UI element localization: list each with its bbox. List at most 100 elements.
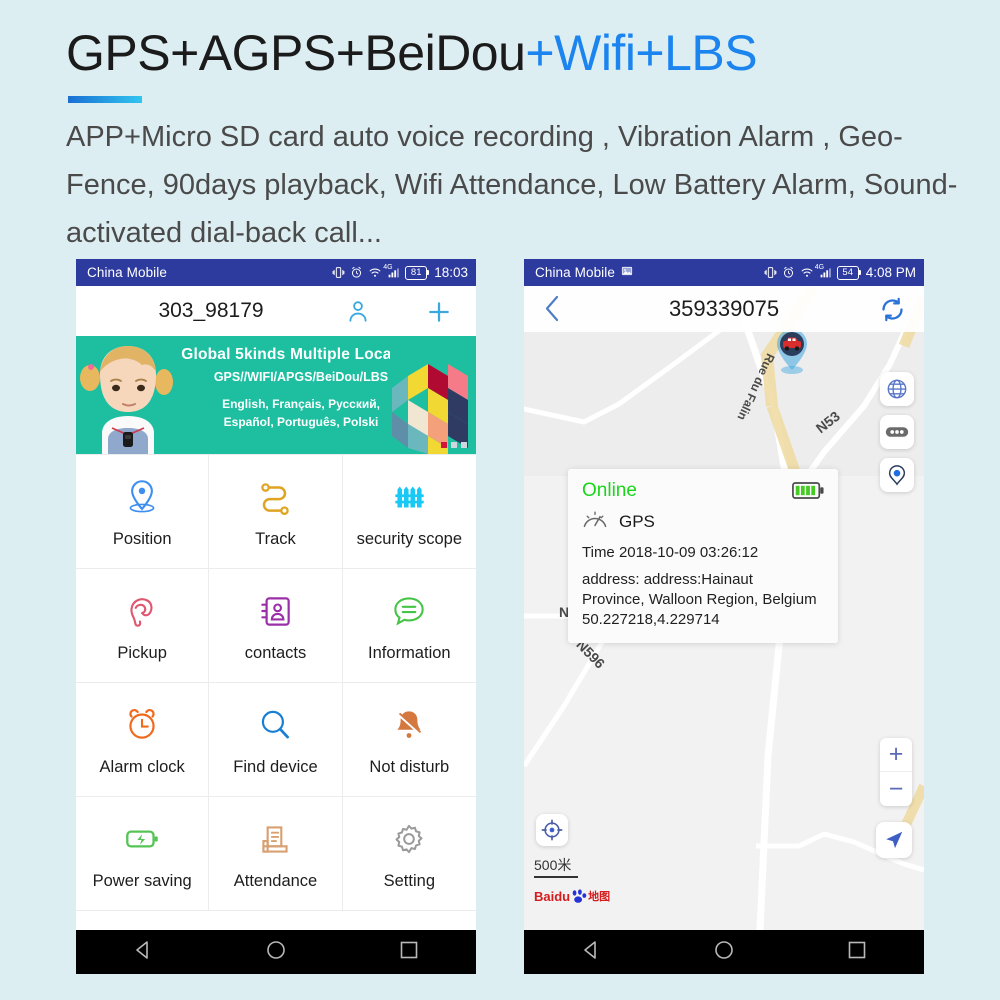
device-info-card[interactable]: Online GPS Time 2018-10-09 03:26:12 addr…	[568, 469, 838, 644]
app-header-right: 359339075	[524, 286, 924, 332]
geometric-pattern	[390, 336, 476, 454]
battery-level-badge: 54	[836, 265, 861, 280]
network-type-label: 4G	[383, 264, 393, 271]
device-id-label: 303_98179	[158, 299, 264, 322]
grid-item-track[interactable]: Track	[209, 455, 343, 569]
grid-label: Not disturb	[369, 758, 450, 776]
battery-full-icon	[792, 482, 824, 504]
promo-banner[interactable]: Global 5kinds Multiple Location GPS//WIF…	[76, 336, 476, 454]
wifi-icon	[369, 268, 381, 277]
grid-label: Alarm clock	[99, 758, 185, 776]
ear-icon	[121, 588, 163, 634]
bell-off-icon	[388, 702, 430, 748]
feature-grid: Position Track security scope Pickup con…	[76, 454, 476, 911]
carousel-dot[interactable]	[461, 442, 467, 448]
map-canvas[interactable]: Rue du Falin N53 N53 N597 N596 35	[524, 286, 924, 930]
image-icon	[621, 265, 633, 280]
crosshair-icon[interactable]	[536, 814, 568, 846]
alarm-icon	[352, 266, 362, 278]
grid-item-position[interactable]: Position	[76, 455, 210, 569]
dots-icon[interactable]	[880, 415, 914, 449]
back-triangle-icon[interactable]	[131, 938, 155, 967]
status-badge: Online	[582, 480, 637, 501]
map-scale-line	[534, 876, 578, 878]
magnifier-icon	[254, 702, 296, 748]
banner-line-1: Global 5kinds Multiple Location	[181, 346, 421, 363]
carrier-label: China Mobile	[87, 265, 167, 280]
home-circle-icon[interactable]	[712, 938, 736, 967]
address-line-2: Province, Walloon Region, Belgium	[582, 591, 817, 609]
vibrate-icon	[332, 267, 345, 278]
map-scale: 500米	[534, 855, 578, 878]
grid-item-alarm-clock[interactable]: Alarm clock	[76, 683, 210, 797]
carousel-dot[interactable]	[451, 442, 457, 448]
paw-icon	[572, 888, 587, 903]
grid-label: Find device	[233, 758, 318, 776]
grid-item-find-device[interactable]: Find device	[209, 683, 343, 797]
clock-label: 18:03	[434, 265, 468, 280]
feature-description: APP+Micro SD card auto voice recording ,…	[66, 121, 958, 250]
address-line-3: 50.227218,4.229714	[582, 611, 720, 629]
grid-item-setting[interactable]: Setting	[342, 797, 476, 911]
map-zoom-controls: + −	[880, 738, 912, 806]
battery-level-badge: 81	[405, 265, 430, 280]
grid-label: Position	[112, 530, 172, 548]
vibrate-icon	[764, 267, 777, 278]
grid-item-contacts[interactable]: contacts	[209, 569, 343, 683]
map-scale-label: 500米	[534, 857, 572, 873]
pin-dot-icon[interactable]	[880, 458, 914, 492]
grid-label: Attendance	[233, 872, 318, 890]
clock-label: 4:08 PM	[865, 265, 916, 280]
recents-square-icon[interactable]	[397, 938, 421, 967]
alarm-icon	[783, 266, 793, 278]
device-id-label: 359339075	[668, 296, 780, 321]
carrier-label: China Mobile	[535, 265, 615, 280]
grid-item-information[interactable]: Information	[342, 569, 476, 683]
positioning-mode-label: GPS	[619, 511, 655, 531]
grid-item-not-disturb[interactable]: Not disturb	[342, 683, 476, 797]
alarm-clock-icon	[121, 702, 163, 748]
battery-bolt-icon	[121, 816, 163, 862]
title-underline	[68, 96, 142, 103]
back-triangle-icon[interactable]	[579, 938, 603, 967]
refresh-icon[interactable]	[879, 296, 906, 328]
add-device-button[interactable]	[426, 299, 452, 337]
gear-icon	[388, 816, 430, 862]
route-icon	[254, 474, 296, 520]
globe-icon[interactable]	[880, 372, 914, 406]
grid-label: security scope	[356, 530, 463, 548]
navigate-arrow-icon[interactable]	[876, 822, 912, 858]
grid-label: Power saving	[92, 872, 192, 890]
phone-screenshot-right: China Mobile 4G 54 4:08 PM Rue du Falin …	[524, 259, 924, 974]
grid-label: Information	[368, 644, 451, 662]
map-side-buttons	[880, 372, 914, 492]
grid-item-pickup[interactable]: Pickup	[76, 569, 210, 683]
network-type-label: 4G	[814, 264, 825, 271]
banner-line-2: GPS//WIFI/APGS/BeiDou/LBS	[213, 370, 389, 384]
contact-book-icon	[254, 588, 296, 634]
person-icon[interactable]	[345, 298, 371, 329]
grid-label: Track	[255, 530, 296, 548]
fence-icon	[388, 474, 430, 520]
recents-square-icon[interactable]	[845, 938, 869, 967]
car-marker-icon[interactable]	[770, 326, 814, 383]
map-provider-name: Baidu	[534, 888, 571, 904]
carousel-dot-active[interactable]	[441, 442, 447, 448]
status-bar-left: China Mobile 4G 81 18:03	[76, 259, 476, 286]
home-circle-icon[interactable]	[264, 938, 288, 967]
grid-item-attendance[interactable]: Attendance	[209, 797, 343, 911]
zoom-in-button[interactable]: +	[880, 738, 912, 772]
banner-line-3a: English, Français, Русский,	[222, 397, 380, 411]
android-nav-bar-left	[76, 930, 476, 974]
carousel-dots[interactable]	[441, 442, 467, 448]
app-header-left: 303_98179	[76, 286, 476, 336]
grid-label: Setting	[383, 872, 435, 890]
map-provider-name-cn: 地图	[588, 891, 611, 903]
grid-label: Pickup	[117, 644, 167, 662]
speedometer-icon	[582, 508, 608, 535]
page-title-blue: +Wifi+LBS	[525, 25, 758, 81]
grid-item-security-scope[interactable]: security scope	[342, 455, 476, 569]
grid-item-power-saving[interactable]: Power saving	[76, 797, 210, 911]
child-photo	[78, 336, 182, 454]
zoom-out-button[interactable]: −	[880, 772, 912, 806]
